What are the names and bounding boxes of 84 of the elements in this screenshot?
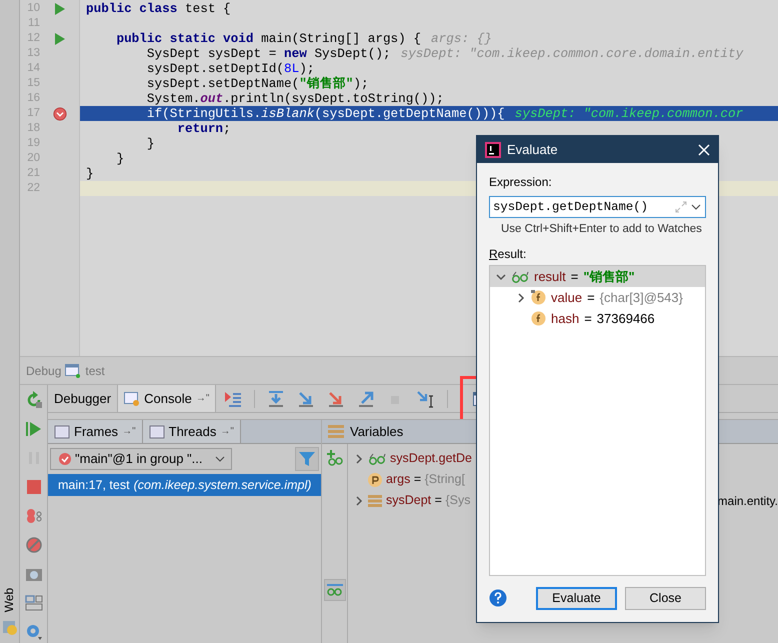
inline-value-hint: sysDept: "com.ikeep.common.cor [514, 106, 744, 121]
result-tree-row[interactable]: value = {char[3]@543} [490, 287, 705, 308]
result-tree-row[interactable]: result = "销售部" [490, 266, 705, 288]
run-to-cursor-icon[interactable] [417, 390, 436, 408]
thread-dropdown[interactable]: "main"@1 in group "... [50, 448, 232, 470]
code-line: return; [176, 121, 231, 136]
frames-tab[interactable]: Frames →" [48, 420, 143, 443]
app-logo-icon [485, 142, 501, 158]
equals-sign: = [584, 310, 592, 328]
variable-entry: sysDept.getDe [390, 450, 472, 468]
variable-value: "销售部" [583, 268, 635, 286]
equals-sign: = [570, 268, 578, 286]
code-line: public class test { [86, 1, 231, 16]
variable-entry: args = {String[ [386, 471, 465, 488]
force-step-into-icon[interactable] [327, 390, 346, 408]
window-icon [65, 364, 82, 378]
code-line: sysDept.setDeptId(8L); [146, 61, 314, 76]
code-line: } [115, 151, 124, 166]
settings-icon[interactable] [24, 623, 42, 641]
variable-value: 37369466 [596, 310, 655, 328]
mute-breakpoints-icon[interactable] [24, 536, 42, 554]
result-label: Result: [489, 246, 528, 264]
panel-icon [148, 424, 165, 438]
dialog-title: Evaluate [507, 140, 559, 159]
field-icon [531, 311, 546, 326]
result-tree-row[interactable]: hash = 37369466 [490, 308, 705, 330]
dialog-button[interactable]: Close [625, 586, 706, 610]
filter-icon [299, 452, 315, 466]
inline-value-hint: sysDept: "com.ikeep.common.core.domain.entity [400, 46, 744, 61]
run-icon[interactable] [55, 32, 65, 44]
layout-icon[interactable] [24, 594, 42, 612]
debug-tab[interactable]: Console →" [118, 385, 216, 412]
variable-name: value [551, 289, 582, 307]
stop-icon[interactable] [24, 478, 42, 496]
breakpoint-icon[interactable] [53, 106, 67, 120]
code-line: System.out.println(sysDept.toString()); [146, 91, 444, 106]
variable-name: hash [551, 310, 580, 328]
chevron-down-icon [215, 455, 225, 463]
run-config-name: test [85, 362, 105, 380]
tool-window-title: Debug [26, 362, 62, 380]
run-icon[interactable] [55, 2, 65, 14]
variable-value-tail: main.entity. [718, 492, 778, 510]
equals-sign: = [587, 289, 595, 307]
variables-icon [328, 424, 344, 438]
expand-icon[interactable] [675, 201, 687, 213]
step-out-icon[interactable] [357, 390, 376, 408]
thread-icon [57, 452, 71, 466]
variable-value: {char[3]@543} [600, 289, 683, 307]
help-icon[interactable] [489, 589, 507, 607]
watches-toggle[interactable] [324, 579, 346, 601]
close-icon[interactable] [698, 144, 710, 156]
code-line: } [146, 136, 155, 151]
dialog-button[interactable]: Evaluate [536, 586, 617, 610]
step-over-icon[interactable] [267, 390, 286, 408]
parameter-icon [368, 472, 382, 486]
globe-icon [2, 621, 16, 635]
object-icon [368, 494, 382, 506]
code-line: SysDept sysDept = new SysDept(); [146, 46, 391, 61]
code-line: if(StringUtils.isBlank(sysDept.getDeptName())){ [146, 106, 505, 121]
panel-title: Variables [350, 422, 404, 441]
panel-icon [54, 424, 70, 438]
show-execution-point-icon[interactable] [224, 390, 242, 408]
view-breakpoints-icon[interactable] [24, 507, 42, 525]
variable-entry: sysDept = {Sys [386, 492, 470, 510]
glasses-icon [511, 270, 529, 283]
side-tab-label[interactable]: Web [0, 588, 18, 612]
resume-icon[interactable] [24, 420, 42, 438]
field-hint: Use Ctrl+Shift+Enter to add to Watches [501, 222, 703, 237]
code-line: public static void main(String[] args) { [115, 31, 422, 46]
locked-field-icon [531, 290, 546, 306]
new-watch-icon[interactable] [326, 450, 344, 466]
console-icon [124, 392, 140, 406]
filter-button[interactable] [295, 447, 319, 471]
expression-label: Expression: [489, 174, 553, 191]
frames-tab[interactable]: Threads →" [142, 420, 241, 443]
step-into-icon[interactable] [297, 390, 316, 408]
chevron-down-icon[interactable] [691, 203, 701, 211]
stack-frame-row[interactable]: main:17, test (com.ikeep.system.service.impl) [48, 474, 321, 496]
expression-field[interactable]: sysDept.getDeptName() [489, 196, 706, 218]
code-line: } [86, 166, 94, 181]
inline-value-hint: args: {} [431, 31, 492, 46]
code-line: sysDept.setDeptName("销售部"); [146, 76, 369, 91]
glasses-icon [368, 452, 386, 464]
variable-name: result [534, 268, 566, 286]
